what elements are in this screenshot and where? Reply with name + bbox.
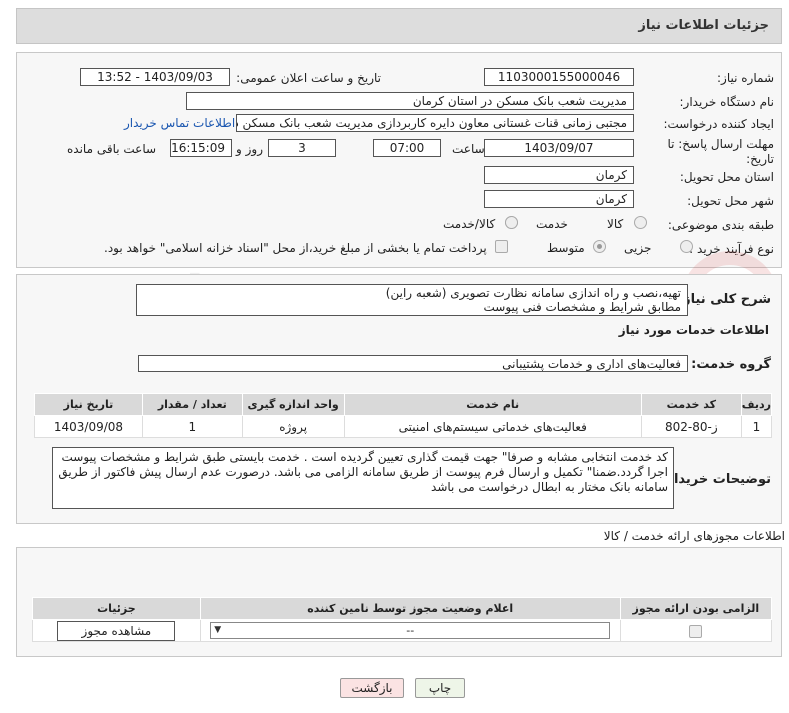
creator-label: ایجاد کننده درخواست: (663, 117, 774, 131)
col-permit-status: اعلام وضعیت مجوز توسط نامین کننده (199, 597, 621, 620)
cell-row: 1 (740, 415, 773, 438)
page-title: جزئیات اطلاعات نیاز (638, 18, 769, 33)
process-label: نوع فرآیند خرید : (689, 242, 774, 256)
province-field: کرمان (484, 166, 634, 184)
category-label: طبقه بندی موضوعی: (667, 218, 774, 232)
col-permit-details: جزئیات (32, 597, 201, 620)
days-label: روز و (236, 142, 263, 156)
view-permit-button[interactable]: مشاهده مجوز (57, 620, 176, 641)
need-number-label: شماره نیاز: (717, 71, 774, 85)
description-textarea: تهیه،نصب و راه اندازی سامانه نظارت تصویر… (136, 284, 688, 316)
col-row: ردیف (740, 393, 773, 416)
category-radio-goods-service[interactable] (505, 216, 518, 229)
cell-service-name: فعالیت‌های خدماتی سیستم‌های امنیتی (343, 415, 642, 438)
remaining-label: ساعت باقی مانده (67, 142, 157, 156)
table-row: 1 ز-80-802 فعالیت‌های خدماتی سیستم‌های ا… (34, 415, 773, 438)
col-service-name: نام خدمت (343, 393, 642, 416)
city-label: شهر محل تحویل: (687, 194, 774, 208)
remaining-time-field: 16:15:09 (170, 139, 232, 157)
service-group-field: فعالیت‌های اداری و خدمات پشتیبانی (138, 355, 688, 372)
chevron-down-icon: ▼ (214, 625, 222, 635)
description-line-1: تهیه،نصب و راه اندازی سامانه نظارت تصویر… (385, 286, 681, 300)
permit-status-select[interactable]: -- ▼ (210, 622, 611, 639)
buyer-label: نام دستگاه خریدار: (679, 95, 775, 109)
cell-unit: پروژه (241, 415, 345, 438)
col-unit: واحد اندازه گیری (241, 393, 345, 416)
province-label: استان محل تحویل: (679, 170, 774, 184)
permits-table: الزامی بودن ارائه مجوز اعلام وضعیت مجوز … (32, 597, 773, 642)
permit-status-value: -- (406, 624, 415, 637)
need-number-field: 1103000155000046 (484, 68, 634, 86)
payment-note: پرداخت تمام یا بخشی از مبلغ خرید،از محل … (104, 241, 487, 255)
description-line-2: مطابق شرایط و مشخصات فنی پیوست (483, 300, 681, 314)
services-section-title: اطلاعات خدمات مورد نیاز (618, 323, 769, 337)
table-row: -- ▼ مشاهده مجوز (32, 619, 773, 642)
page-header: جزئیات اطلاعات نیاز (16, 8, 782, 44)
deadline-time-field: 07:00 (373, 139, 441, 157)
buyer-notes-textarea: کد خدمت انتخابی مشابه و صرفا" جهت قیمت گ… (52, 447, 674, 509)
buyer-contact-link[interactable]: اطلاعات تماس خریدار (124, 116, 235, 130)
creator-field: مجتبی زمانی قنات غستانی معاون دایره کارب… (236, 114, 634, 132)
process-option-medium: متوسط (547, 241, 585, 255)
cell-need-date: 1403/09/08 (34, 415, 143, 438)
process-radio-minor[interactable] (680, 240, 693, 253)
announce-field: 1403/09/03 - 13:52 (80, 68, 230, 86)
cell-service-code: ز-80-802 (640, 415, 742, 438)
col-permit-required: الزامی بودن ارائه مجوز (619, 597, 773, 620)
back-button[interactable]: بازگشت (340, 678, 404, 698)
category-option-goods-service: کالا/خدمت (443, 217, 496, 231)
process-option-minor: جزیی (624, 241, 652, 255)
deadline-date-field: 1403/09/07 (484, 139, 634, 157)
col-service-code: کد خدمت (640, 393, 742, 416)
buyer-field: مدیریت شعب بانک مسکن در استان کرمان (186, 92, 634, 110)
cell-permit-status: -- ▼ (199, 619, 621, 642)
description-label: شرح کلی نیاز: (677, 292, 771, 307)
days-field: 3 (268, 139, 336, 157)
cell-permit-required (619, 619, 773, 642)
category-option-service: خدمت (536, 217, 568, 231)
treasury-checkbox[interactable] (495, 240, 508, 253)
services-table: ردیف کد خدمت نام خدمت واحد اندازه گیری ت… (34, 393, 773, 438)
col-quantity: تعداد / مقدار (141, 393, 243, 416)
deadline-time-label: ساعت (452, 142, 485, 156)
category-radio-goods[interactable] (634, 216, 647, 229)
permits-section-title: اطلاعات مجوزهای ارائه خدمت / کالا (603, 529, 785, 543)
category-option-goods: کالا (607, 217, 624, 231)
service-group-label: گروه خدمت: (691, 357, 771, 372)
city-field: کرمان (484, 190, 634, 208)
permits-table-header: الزامی بودن ارائه مجوز اعلام وضعیت مجوز … (32, 597, 773, 620)
cell-permit-details: مشاهده مجوز (32, 619, 201, 642)
permit-required-checkbox (689, 624, 703, 638)
buyer-notes-label: توضیحات خریدار: (661, 472, 771, 487)
services-table-header: ردیف کد خدمت نام خدمت واحد اندازه گیری ت… (34, 393, 773, 416)
cell-quantity: 1 (141, 415, 243, 438)
print-button[interactable]: چاپ (415, 678, 465, 698)
announce-label: تاریخ و ساعت اعلان عمومی: (236, 71, 381, 85)
col-need-date: تاریخ نیاز (34, 393, 143, 416)
process-radio-medium[interactable] (593, 240, 606, 253)
deadline-label: مهلت ارسال پاسخ: تا تاریخ: (667, 137, 774, 166)
